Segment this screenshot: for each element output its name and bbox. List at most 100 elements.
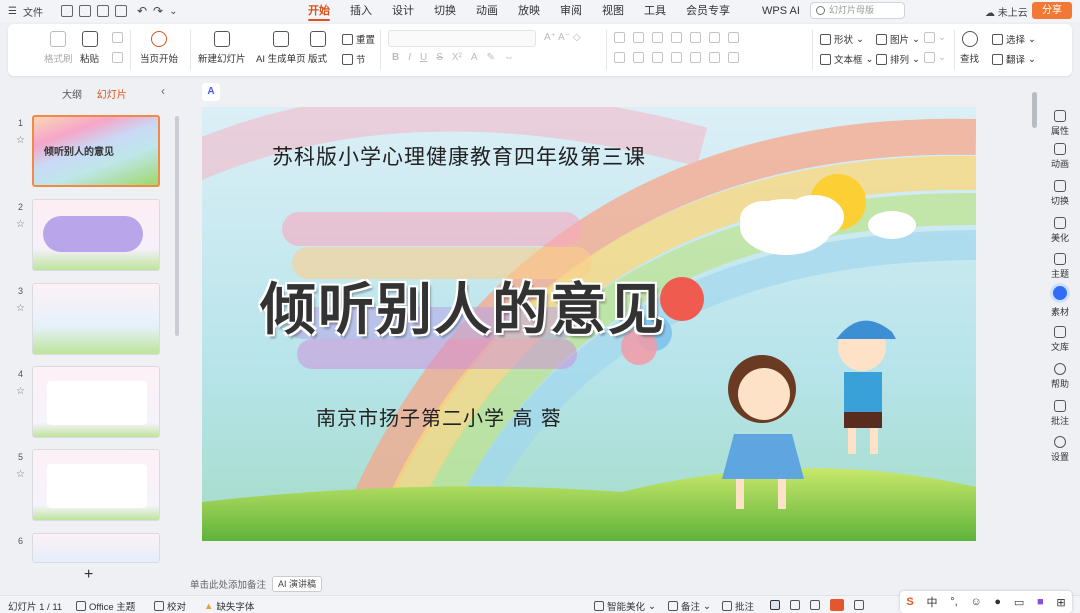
align-center-icon[interactable] — [633, 52, 644, 63]
copy-button[interactable] — [112, 52, 123, 63]
star-icon[interactable]: ☆ — [16, 303, 25, 314]
ai-speech-button[interactable]: AI 演讲稿 — [272, 576, 323, 592]
cut-button[interactable] — [112, 32, 123, 43]
tab-tools[interactable]: 工具 — [634, 0, 676, 22]
star-icon[interactable]: ☆ — [16, 469, 25, 480]
format-painter-button[interactable]: 格式刷 — [44, 31, 73, 65]
line-spacing-icon[interactable] — [690, 32, 701, 43]
star-icon[interactable]: ☆ — [16, 219, 25, 230]
normal-view-icon[interactable] — [770, 600, 780, 610]
align-left-icon[interactable] — [614, 52, 625, 63]
bold-icon[interactable]: B — [392, 52, 399, 63]
underline-icon[interactable]: U — [420, 52, 427, 63]
ai-generate-button[interactable]: AI 生成单页 — [256, 31, 306, 65]
cloud-status[interactable]: ☁ 未上云 — [985, 4, 1028, 19]
sorter-view-icon[interactable] — [790, 600, 800, 610]
numbering-icon[interactable] — [633, 32, 644, 43]
text-align-icon[interactable] — [709, 52, 720, 63]
pane-scrollbar[interactable] — [175, 116, 179, 336]
sidebar-item-animation[interactable]: 动画 — [1040, 143, 1080, 170]
canvas-scrollbar[interactable] — [1032, 92, 1037, 128]
bullets-icon[interactable] — [614, 32, 625, 43]
fit-icon[interactable] — [854, 600, 864, 610]
tab-view[interactable]: 视图 — [592, 0, 634, 22]
plus-icon[interactable]: + — [84, 566, 93, 584]
slide-author[interactable]: 南京市扬子第二小学 高 蓉 — [316, 402, 562, 431]
sogou-icon[interactable]: S — [906, 596, 913, 608]
font-style-group[interactable]: B I U S X² A ✎ ⇔ — [392, 52, 514, 63]
sidebar-item-materials[interactable]: 素材 — [1040, 283, 1080, 318]
star-icon[interactable]: ☆ — [16, 135, 25, 146]
undo-icon[interactable]: ↶ — [137, 4, 147, 18]
strike-icon[interactable]: S — [436, 52, 443, 63]
sidebar-item-properties[interactable]: 属性 — [1040, 110, 1080, 137]
theme-status[interactable]: Office 主题 — [76, 599, 135, 613]
indent-increase-icon[interactable] — [671, 32, 682, 43]
slide[interactable]: 苏科版小学心理健康教育四年级第三课 倾听别人的意见 南京市扬子第二小学 高 蓉 — [202, 107, 976, 541]
ai-badge-icon[interactable]: A — [202, 83, 220, 101]
slide-thumbnail[interactable] — [32, 199, 160, 271]
chinese-mode-icon[interactable]: 中 — [926, 594, 937, 610]
sidebar-item-comments[interactable]: 批注 — [1040, 400, 1080, 427]
menu-icon[interactable]: ☰ — [8, 6, 17, 17]
tab-outline[interactable]: 大纲 — [62, 90, 82, 101]
tab-design[interactable]: 设计 — [382, 0, 424, 22]
justify-icon[interactable] — [671, 52, 682, 63]
indent-decrease-icon[interactable] — [652, 32, 663, 43]
ime-toolbar[interactable]: S 中 °, ☺ ● ▭ ■ ⊞ — [900, 591, 1072, 613]
sidebar-item-help[interactable]: 帮助 — [1040, 363, 1080, 390]
punctuation-icon[interactable]: °, — [950, 596, 957, 608]
tab-slides[interactable]: 幻灯片 — [97, 90, 127, 101]
new-slide-button[interactable]: 新建幻灯片 — [198, 31, 246, 65]
layout-button[interactable]: 版式 — [308, 31, 327, 65]
slide-main-title[interactable]: 倾听别人的意见 — [260, 265, 666, 346]
export-icon[interactable] — [78, 5, 91, 17]
tab-member[interactable]: 会员专享 — [676, 0, 740, 22]
slide-thumbnail[interactable] — [32, 449, 160, 521]
more-quick-icon[interactable]: ⌄ — [169, 6, 177, 17]
search-input[interactable]: 幻灯片母版 — [810, 2, 905, 19]
translate-button[interactable]: 翻译 ⌄ — [992, 52, 1036, 66]
save-icon[interactable] — [60, 5, 73, 17]
slide-course-title[interactable]: 苏科版小学心理健康教育四年级第三课 — [272, 141, 646, 171]
shape-button[interactable]: 形状 ⌄ — [820, 32, 864, 46]
text-direction-icon[interactable] — [709, 32, 720, 43]
superscript-icon[interactable]: X² — [452, 52, 462, 63]
redo-icon[interactable]: ↷ — [153, 4, 163, 18]
print-preview-icon[interactable] — [114, 5, 127, 17]
view-mode-group[interactable] — [770, 599, 864, 611]
tab-animation[interactable]: 动画 — [466, 0, 508, 22]
char-spacing-icon[interactable]: ⇔ — [504, 52, 514, 63]
emoji-icon[interactable]: ☺ — [970, 596, 981, 608]
tab-transition[interactable]: 切换 — [424, 0, 466, 22]
columns-icon[interactable] — [728, 32, 739, 43]
reading-view-icon[interactable] — [810, 600, 820, 610]
font-color-icon[interactable]: A — [471, 52, 478, 63]
tab-insert[interactable]: 插入 — [340, 0, 382, 22]
missing-font-status[interactable]: ▲ 缺失字体 — [204, 599, 254, 613]
mic-icon[interactable]: ● — [994, 596, 1001, 608]
smart-art-icon[interactable] — [728, 52, 739, 63]
highlight-icon[interactable]: ✎ — [487, 52, 495, 63]
star-icon[interactable]: ☆ — [16, 386, 25, 397]
apps-grid-icon[interactable]: ⊞ — [1056, 596, 1065, 609]
slide-thumbnail[interactable] — [32, 366, 160, 438]
sidebar-item-transition[interactable]: 切换 — [1040, 180, 1080, 207]
tab-slideshow[interactable]: 放映 — [508, 0, 550, 22]
arrange-button[interactable]: 排列 ⌄ — [876, 52, 920, 66]
share-button[interactable]: 分享 — [1032, 2, 1072, 19]
collapse-pane-icon[interactable]: ‹ — [161, 84, 165, 98]
find-button[interactable]: 查找 — [960, 31, 979, 65]
sidebar-item-beautify[interactable]: 美化 — [1040, 217, 1080, 244]
reset-button[interactable]: 重置 — [342, 32, 375, 46]
sidebar-item-settings[interactable]: 设置 — [1040, 436, 1080, 463]
notes-placeholder[interactable]: 单击此处添加备注 — [190, 577, 266, 591]
paste-button[interactable]: 粘贴 — [80, 31, 99, 65]
play-icon[interactable] — [830, 599, 844, 611]
paragraph-group-bottom[interactable] — [614, 52, 739, 63]
fill-button[interactable]: ⌄ — [924, 32, 946, 43]
slide-thumbnail[interactable] — [32, 283, 160, 355]
tab-review[interactable]: 审阅 — [550, 0, 592, 22]
slide-thumbnail[interactable] — [32, 533, 160, 563]
tab-wps-ai[interactable]: WPS AI — [740, 0, 810, 22]
